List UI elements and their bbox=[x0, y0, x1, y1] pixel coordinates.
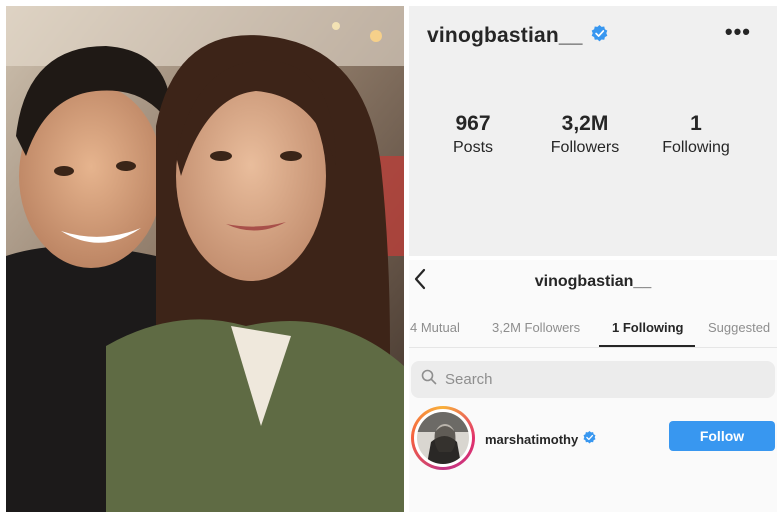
stat-followers-label: Followers bbox=[550, 139, 620, 156]
more-horizontal-icon[interactable]: ••• bbox=[725, 21, 751, 43]
list-item-username[interactable]: marshatimothy bbox=[485, 432, 578, 447]
list-item[interactable]: marshatimothy Follow bbox=[409, 406, 777, 472]
list-item-username-row[interactable]: marshatimothy bbox=[485, 431, 596, 447]
search-input[interactable] bbox=[445, 371, 745, 388]
avatar bbox=[417, 412, 469, 464]
stat-posts[interactable]: 967 Posts bbox=[453, 112, 493, 157]
following-list-panel: vinogbastian__ 4 Mutual 3,2M Followers 1… bbox=[409, 260, 777, 512]
active-tab-indicator bbox=[599, 345, 695, 347]
tab-mutual[interactable]: 4 Mutual bbox=[410, 320, 460, 335]
following-page-title: vinogbastian__ bbox=[534, 273, 652, 290]
profile-header-panel: vinogbastian__ ••• 967 Posts 3,2M Follow… bbox=[409, 6, 777, 256]
avatar-story-ring[interactable] bbox=[411, 406, 475, 470]
verified-badge-icon bbox=[591, 25, 608, 47]
stat-posts-label: Posts bbox=[452, 139, 494, 156]
stat-following-label: Following bbox=[662, 139, 730, 156]
follow-button[interactable]: Follow bbox=[669, 421, 775, 451]
following-tabs: 4 Mutual 3,2M Followers 1 Following Sugg… bbox=[409, 318, 777, 348]
search-bar[interactable] bbox=[411, 361, 775, 398]
verified-badge-icon bbox=[583, 431, 596, 447]
tab-suggested[interactable]: Suggested bbox=[708, 320, 770, 335]
stat-followers[interactable]: 3,2M Followers bbox=[551, 112, 619, 157]
tab-following[interactable]: 1 Following bbox=[612, 320, 684, 335]
tab-followers[interactable]: 3,2M Followers bbox=[492, 320, 580, 335]
stat-following-value: 1 bbox=[690, 112, 702, 135]
stat-posts-value: 967 bbox=[455, 112, 491, 135]
stat-followers-value: 3,2M bbox=[561, 112, 609, 135]
search-icon bbox=[421, 369, 437, 390]
profile-title-row: vinogbastian__ bbox=[427, 24, 608, 48]
couple-selfie-photo bbox=[6, 6, 404, 512]
stat-following[interactable]: 1 Following bbox=[662, 112, 730, 157]
profile-username: vinogbastian__ bbox=[427, 24, 583, 47]
